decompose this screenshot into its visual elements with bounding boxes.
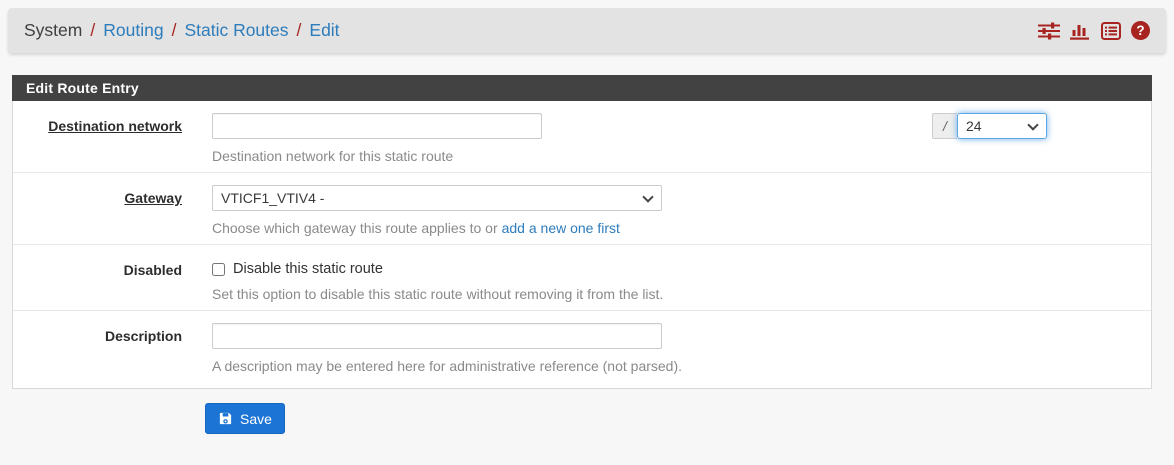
breadcrumb-separator: / bbox=[297, 20, 302, 41]
save-icon bbox=[218, 411, 233, 426]
breadcrumb-bar: System / Routing / Static Routes / Edit bbox=[8, 8, 1166, 53]
gateway-content: VTICF1_VTIV4 - Choose which gateway this… bbox=[212, 185, 1151, 238]
chart-bar-icon[interactable] bbox=[1070, 22, 1091, 40]
gateway-label-col: Gateway bbox=[13, 185, 212, 238]
disable-route-checkbox-line: Disable this static route bbox=[212, 257, 1127, 277]
description-content: A description may be entered here for ad… bbox=[212, 323, 1151, 376]
subnet-mask-select[interactable]: 24 bbox=[957, 113, 1047, 139]
disabled-label-col: Disabled bbox=[13, 257, 212, 304]
help-icon[interactable]: ? bbox=[1131, 21, 1150, 40]
edit-route-entry-panel: Edit Route Entry Destination network Des… bbox=[12, 75, 1152, 389]
description-row: Description A description may be entered… bbox=[13, 311, 1151, 388]
gateway-select[interactable]: VTICF1_VTIV4 - bbox=[212, 185, 662, 211]
mask-prefix-addon: / bbox=[932, 113, 957, 139]
sliders-icon[interactable] bbox=[1038, 22, 1060, 40]
destination-network-help: Destination network for this static rout… bbox=[212, 147, 542, 166]
destination-network-input[interactable] bbox=[212, 113, 542, 139]
save-button[interactable]: Save bbox=[205, 403, 285, 434]
header-icon-group: ? bbox=[1038, 21, 1150, 40]
save-button-label: Save bbox=[240, 411, 272, 427]
destination-network-input-block: Destination network for this static rout… bbox=[212, 113, 542, 166]
gateway-select-wrap: VTICF1_VTIV4 - bbox=[212, 185, 662, 211]
breadcrumb-item-static-routes[interactable]: Static Routes bbox=[184, 20, 288, 41]
disabled-content: Disable this static route Set this optio… bbox=[212, 257, 1151, 304]
description-label-col: Description bbox=[13, 323, 212, 376]
gateway-help: Choose which gateway this route applies … bbox=[212, 219, 1127, 238]
description-help: A description may be entered here for ad… bbox=[212, 357, 1127, 376]
disable-route-checkbox-label[interactable]: Disable this static route bbox=[233, 261, 383, 277]
gateway-label[interactable]: Gateway bbox=[124, 190, 182, 206]
breadcrumb-item-system: System bbox=[24, 20, 82, 41]
description-label: Description bbox=[105, 328, 182, 344]
destination-network-content: Destination network for this static rout… bbox=[212, 113, 1151, 166]
disabled-row: Disabled Disable this static route Set t… bbox=[13, 245, 1151, 311]
gateway-help-text: Choose which gateway this route applies … bbox=[212, 220, 498, 236]
breadcrumb-separator: / bbox=[172, 20, 177, 41]
disable-route-checkbox[interactable] bbox=[212, 263, 225, 276]
destination-network-label[interactable]: Destination network bbox=[48, 118, 182, 134]
destination-network-label-col: Destination network bbox=[13, 113, 212, 166]
add-gateway-link[interactable]: add a new one first bbox=[502, 220, 620, 236]
destination-network-row: Destination network Destination network … bbox=[13, 101, 1151, 173]
gateway-row: Gateway VTICF1_VTIV4 - Choose which gate… bbox=[13, 173, 1151, 245]
subnet-mask-group: / 24 bbox=[932, 113, 1047, 139]
breadcrumb: System / Routing / Static Routes / Edit bbox=[24, 20, 340, 41]
disabled-label: Disabled bbox=[124, 262, 182, 278]
description-input[interactable] bbox=[212, 323, 662, 349]
breadcrumb-item-edit[interactable]: Edit bbox=[309, 20, 339, 41]
list-icon[interactable] bbox=[1101, 22, 1121, 40]
breadcrumb-separator: / bbox=[90, 20, 95, 41]
panel-title: Edit Route Entry bbox=[12, 75, 1152, 101]
panel-body: Destination network Destination network … bbox=[12, 101, 1152, 389]
disabled-help: Set this option to disable this static r… bbox=[212, 285, 1127, 304]
breadcrumb-item-routing[interactable]: Routing bbox=[103, 20, 163, 41]
subnet-mask-select-wrap: 24 bbox=[957, 113, 1047, 139]
